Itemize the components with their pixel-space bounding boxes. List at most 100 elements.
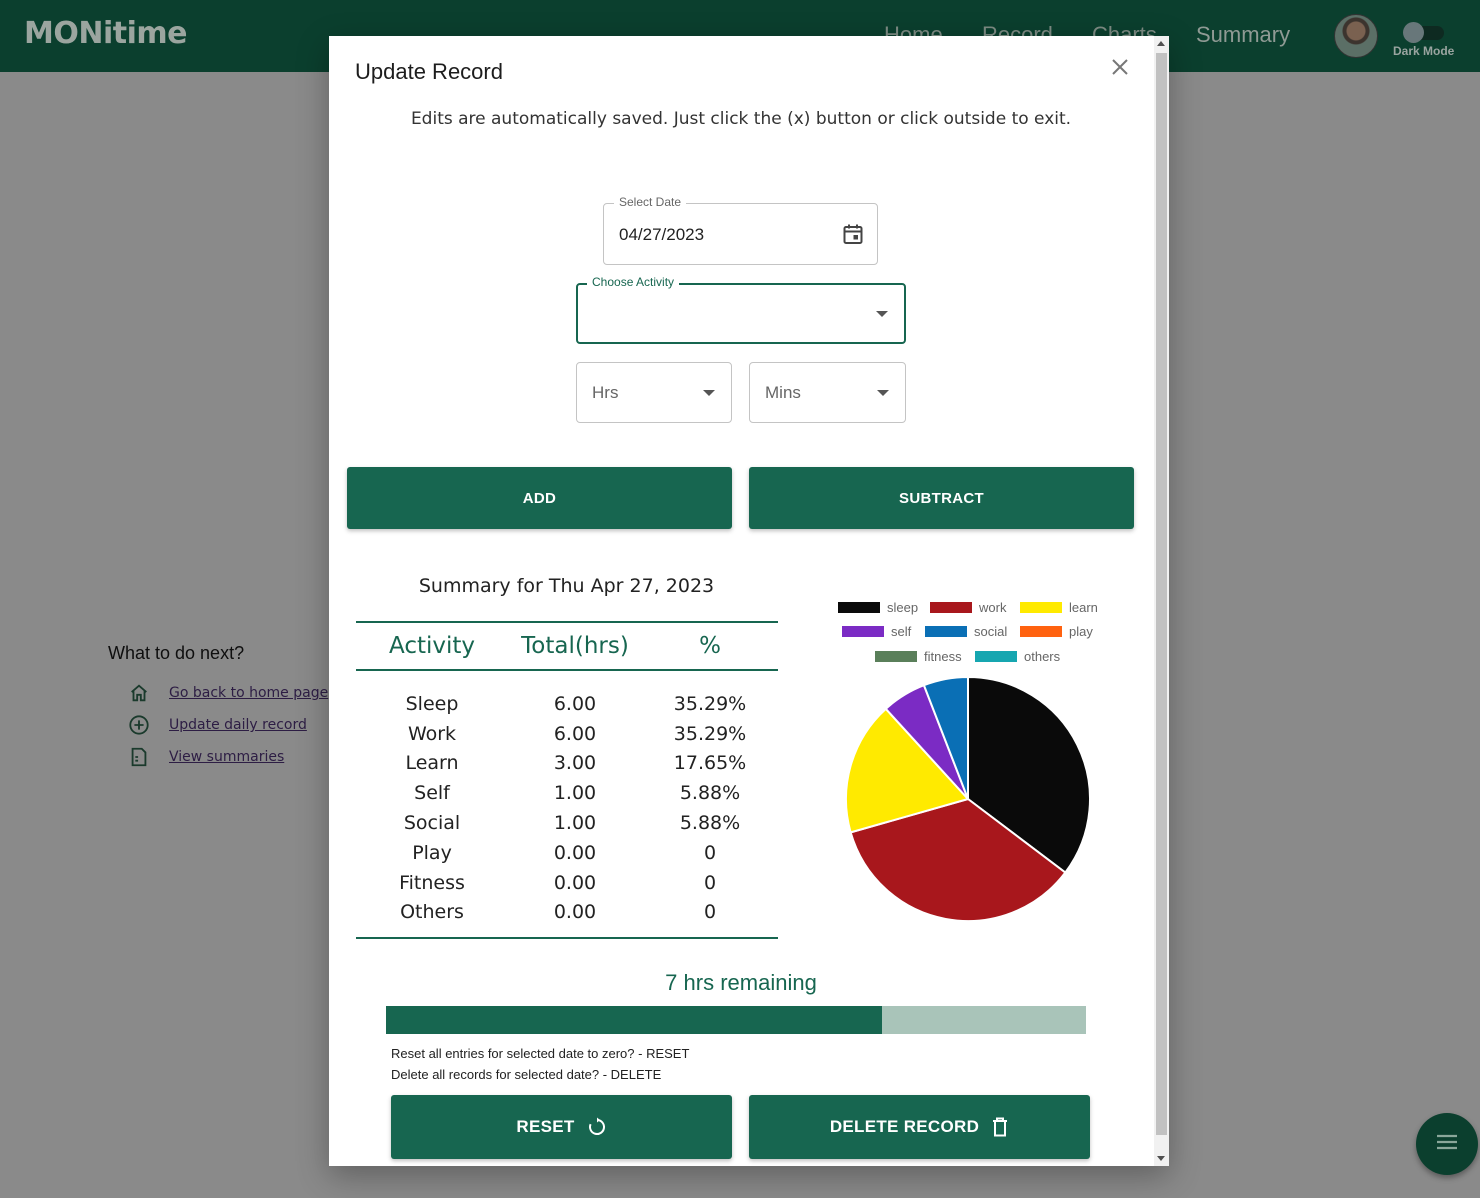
chevron-down-icon <box>876 311 888 317</box>
table-row: Self 1.00 5.88% <box>356 778 778 808</box>
dark-mode-label: Dark Mode <box>1393 44 1455 58</box>
legend-item-others[interactable]: others <box>975 649 1060 664</box>
chevron-down-icon <box>877 390 889 396</box>
cell-percent: 5.88% <box>679 812 741 835</box>
day-progress-bar <box>386 1006 1086 1034</box>
calendar-icon[interactable] <box>841 222 865 251</box>
legend-swatch <box>975 651 1017 662</box>
legend-label: fitness <box>924 649 962 664</box>
cell-total: 0.00 <box>553 901 597 924</box>
day-progress-fill <box>386 1006 882 1034</box>
next-link-home[interactable]: Go back to home page <box>127 681 328 705</box>
cell-activity: Sleep <box>405 692 459 715</box>
legend-item-learn[interactable]: learn <box>1020 600 1098 615</box>
modal-hint: Edits are automatically saved. Just clic… <box>410 109 1072 129</box>
hours-select-placeholder: Hrs <box>592 383 619 402</box>
cell-activity: Work <box>407 722 457 745</box>
menu-fab[interactable] <box>1416 1113 1478 1175</box>
modal-scrollbar[interactable] <box>1154 36 1169 1166</box>
chevron-down-icon <box>703 390 715 396</box>
subtract-button[interactable]: SUBTRACT <box>749 467 1134 529</box>
document-icon <box>127 745 151 769</box>
header-percent: % <box>699 633 721 659</box>
scroll-down-icon[interactable] <box>1157 1156 1165 1161</box>
next-steps-title: What to do next? <box>108 643 245 663</box>
table-body: Sleep 6.00 35.29% Work 6.00 35.29% Learn 3.00 17… <box>356 671 778 940</box>
date-field-value[interactable]: 04/27/2023 <box>619 225 704 245</box>
table-row: Fitness 0.00 0 <box>356 868 778 898</box>
legend-swatch <box>925 626 967 637</box>
next-link-summaries[interactable]: View summaries <box>127 745 284 769</box>
next-link-summaries-label[interactable]: View summaries <box>169 749 284 765</box>
legend-item-social[interactable]: social <box>925 624 1007 639</box>
legend-swatch <box>930 602 972 613</box>
cell-percent: 35.29% <box>673 722 747 745</box>
cell-total: 6.00 <box>553 692 597 715</box>
legend-label: learn <box>1069 600 1098 615</box>
header-activity: Activity <box>388 633 475 659</box>
cell-activity: Learn <box>405 752 459 775</box>
delete-note: Delete all records for selected date? - … <box>391 1067 662 1082</box>
cell-total: 3.00 <box>553 752 597 775</box>
legend-label: play <box>1069 624 1093 639</box>
app-logo[interactable]: MONitime <box>24 16 187 51</box>
table-header: Activity Total(hrs) % <box>356 621 778 671</box>
minutes-select[interactable]: Mins <box>749 362 906 423</box>
user-avatar[interactable] <box>1334 14 1378 58</box>
activity-select-label: Choose Activity <box>587 275 680 289</box>
legend-label: others <box>1024 649 1061 664</box>
table-row: Play 0.00 0 <box>356 838 778 868</box>
scrollbar-thumb[interactable] <box>1156 53 1167 1135</box>
reset-button[interactable]: RESET <box>391 1095 732 1159</box>
summary-table: Activity Total(hrs) % Sleep 6.00 35.29% Wor… <box>356 621 778 940</box>
reset-icon <box>587 1117 607 1137</box>
legend-swatch <box>842 626 884 637</box>
cell-percent: 35.29% <box>673 692 747 715</box>
delete-record-button[interactable]: DELETE RECORD <box>749 1095 1090 1159</box>
home-icon <box>127 681 151 705</box>
reset-note: Reset all entries for selected date to z… <box>391 1046 690 1061</box>
legend-item-sleep[interactable]: sleep <box>838 600 918 615</box>
update-record-modal: Update Record Edits are automatically sa… <box>329 36 1169 1166</box>
close-icon[interactable] <box>1109 56 1131 78</box>
legend-swatch <box>1020 602 1062 613</box>
menu-icon <box>1436 1133 1458 1156</box>
next-link-update-label[interactable]: Update daily record <box>169 717 307 733</box>
legend-swatch <box>1020 626 1062 637</box>
activity-select[interactable]: Choose Activity <box>576 275 906 344</box>
legend-item-self[interactable]: self <box>842 624 911 639</box>
legend-label: work <box>979 600 1007 615</box>
cell-activity: Self <box>414 782 450 805</box>
table-row: Sleep 6.00 35.29% <box>356 689 778 719</box>
date-field[interactable]: Select Date 04/27/2023 <box>603 195 878 265</box>
cell-total: 6.00 <box>553 722 597 745</box>
legend-swatch <box>838 602 880 613</box>
cell-total: 0.00 <box>553 841 597 864</box>
legend-item-play[interactable]: play <box>1020 624 1093 639</box>
legend-swatch <box>875 651 917 662</box>
hours-select[interactable]: Hrs <box>576 362 732 423</box>
cell-activity: Play <box>412 841 452 864</box>
hours-remaining-text: 7 hrs remaining <box>665 970 817 995</box>
add-button[interactable]: ADD <box>347 467 732 529</box>
next-link-update[interactable]: Update daily record <box>127 713 307 737</box>
cell-percent: 5.88% <box>679 782 741 805</box>
reset-button-label: RESET <box>516 1117 575 1136</box>
cell-total: 1.00 <box>553 812 597 835</box>
dark-mode-toggle-knob[interactable] <box>1403 22 1424 43</box>
legend-item-fitness[interactable]: fitness <box>875 649 962 664</box>
legend-item-work[interactable]: work <box>930 600 1006 615</box>
table-row: Others 0.00 0 <box>356 898 778 928</box>
legend-label: self <box>891 624 912 639</box>
plus-circle-icon <box>127 713 151 737</box>
cell-activity: Social <box>403 812 461 835</box>
cell-activity: Others <box>400 901 464 924</box>
summary-title: Summary for Thu Apr 27, 2023 <box>418 575 715 597</box>
nav-summary[interactable]: Summary <box>1196 22 1290 48</box>
activity-pie-chart <box>845 675 1091 922</box>
table-row: Learn 3.00 17.65% <box>356 749 778 779</box>
scroll-up-icon[interactable] <box>1157 41 1165 46</box>
cell-total: 0.00 <box>553 871 597 894</box>
delete-button-label: DELETE RECORD <box>829 1117 980 1136</box>
next-link-home-label[interactable]: Go back to home page <box>169 685 328 701</box>
